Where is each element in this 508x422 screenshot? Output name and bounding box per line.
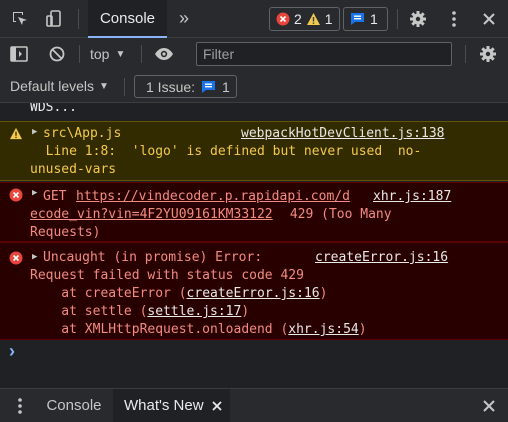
drawer-tab-console[interactable]: Console (36, 389, 112, 422)
error-icon (276, 12, 290, 26)
tab-console-label: Console (99, 9, 156, 27)
eye-icon[interactable] (152, 44, 176, 64)
stack-source-link[interactable]: xhr.js:54 (288, 322, 358, 337)
error-count: 2 (294, 11, 302, 27)
inspect-element-icon[interactable] (8, 8, 32, 30)
drawer-tab-whats-new[interactable]: What's New (113, 389, 230, 422)
request-url-link[interactable]: ecode_vin?vin=4F2YU09161KM33122 (30, 206, 273, 224)
issues-label: 1 Issue: (146, 78, 196, 95)
errors-warnings-counter[interactable]: 2 1 (269, 7, 340, 31)
tab-console[interactable]: Console (88, 0, 167, 38)
expand-triangle-icon[interactable]: ▶ (32, 248, 37, 266)
settings-gear-icon[interactable] (406, 8, 430, 30)
warning-source: src\App.js (43, 126, 122, 141)
console-warning-message: ▶ src\App.js webpackHotDevClient.js:138 … (0, 121, 508, 181)
error-message-line: Request failed with status code 429 (30, 268, 304, 283)
console-settings-gear-icon[interactable] (477, 44, 499, 64)
close-icon[interactable] (478, 8, 500, 30)
stack-source-link[interactable]: createError.js:16 (187, 286, 320, 301)
stack-function: at createError ( (30, 286, 187, 301)
toolbar-divider (79, 45, 80, 63)
warning-source-link[interactable]: webpackHotDevClient.js:138 (241, 125, 445, 143)
context-label: top (90, 46, 110, 62)
request-method: GET (43, 189, 67, 204)
clear-console-icon[interactable] (46, 44, 68, 64)
error-heading: Uncaught (in promise) Error: (43, 250, 263, 265)
console-filter-toolbar: top ▼ (0, 38, 508, 70)
log-levels-label: Default levels (10, 78, 95, 94)
log-levels-dropdown[interactable]: Default levels ▼ (10, 78, 109, 94)
warning-icon (9, 127, 23, 140)
error-status-text: 429 (Too Many (282, 207, 392, 222)
toolbar-divider (78, 9, 79, 29)
toolbar-divider (465, 45, 466, 63)
sidebar-toggle-icon[interactable] (8, 44, 30, 64)
issues-count: 1 (222, 78, 230, 95)
error-source-link[interactable]: xhr.js:187 (373, 188, 451, 206)
chevron-down-icon: ▼ (115, 48, 126, 60)
console-levels-toolbar: Default levels ▼ 1 Issue: 1 (0, 70, 508, 103)
issue-icon (202, 80, 216, 93)
toolbar-divider (397, 9, 398, 29)
error-icon (9, 188, 23, 202)
console-error-message: ▶ GET https://vindecoder.p.rapidapi.com/… (0, 182, 508, 242)
stack-function: at XMLHttpRequest.onloadend ( (30, 322, 289, 337)
warning-icon (306, 13, 320, 25)
toolbar-divider (124, 78, 125, 96)
request-url-link[interactable]: https://vindecoder.p.rapidapi.com/d (76, 188, 350, 206)
close-drawer-icon[interactable] (478, 397, 500, 415)
issue-count: 1 (370, 11, 378, 27)
error-status-text: Requests) (30, 225, 101, 240)
stack-trace-line: at XMLHttpRequest.onloadend (xhr.js:54) (30, 321, 367, 339)
drawer-tab-whats-new-label: What's New (124, 397, 204, 414)
expand-triangle-icon[interactable]: ▶ (32, 123, 37, 141)
stack-function: at settle ( (30, 304, 148, 319)
devtools-main-toolbar: Console » 2 1 1 (0, 0, 508, 38)
stack-trace-line: at settle (settle.js:17) (30, 303, 249, 321)
device-toolbar-icon[interactable] (42, 8, 66, 30)
stack-close-paren: ) (319, 286, 328, 301)
stack-close-paren: ) (358, 322, 367, 337)
console-output[interactable]: WDS... ▶ src\App.js webpackHotDevClient.… (0, 103, 508, 388)
stack-trace-line: at createError (createError.js:16) (30, 285, 327, 303)
more-options-icon[interactable] (444, 8, 464, 30)
toolbar-divider (141, 45, 142, 63)
bottom-drawer-tabbar: Console What's New (0, 388, 508, 422)
drawer-menu-icon[interactable] (12, 396, 28, 416)
issue-icon (351, 13, 364, 25)
expand-triangle-icon[interactable]: ▶ (32, 184, 37, 202)
filter-input[interactable] (196, 42, 452, 66)
error-icon (9, 251, 23, 265)
drawer-tab-console-label: Console (46, 397, 102, 414)
warning-count: 1 (324, 11, 333, 27)
error-source-link[interactable]: createError.js:16 (315, 249, 448, 267)
warning-text-line: unused-vars (30, 162, 117, 177)
context-selector[interactable]: top ▼ (90, 44, 125, 64)
warning-text-line: Line 1:8: 'logo' is defined but never us… (30, 144, 422, 159)
stack-close-paren: ) (241, 304, 250, 319)
issues-button[interactable]: 1 Issue: 1 (134, 75, 237, 98)
chevron-down-icon: ▼ (99, 80, 109, 92)
console-prompt-icon[interactable]: › (9, 341, 15, 362)
stack-source-link[interactable]: settle.js:17 (147, 304, 241, 319)
issues-counter[interactable]: 1 (343, 7, 388, 31)
more-tabs-button[interactable]: » (172, 9, 196, 29)
console-error-message: ▶ Uncaught (in promise) Error: createErr… (0, 242, 508, 340)
partial-log-line: WDS... (30, 103, 77, 115)
close-tab-icon[interactable] (211, 400, 222, 411)
